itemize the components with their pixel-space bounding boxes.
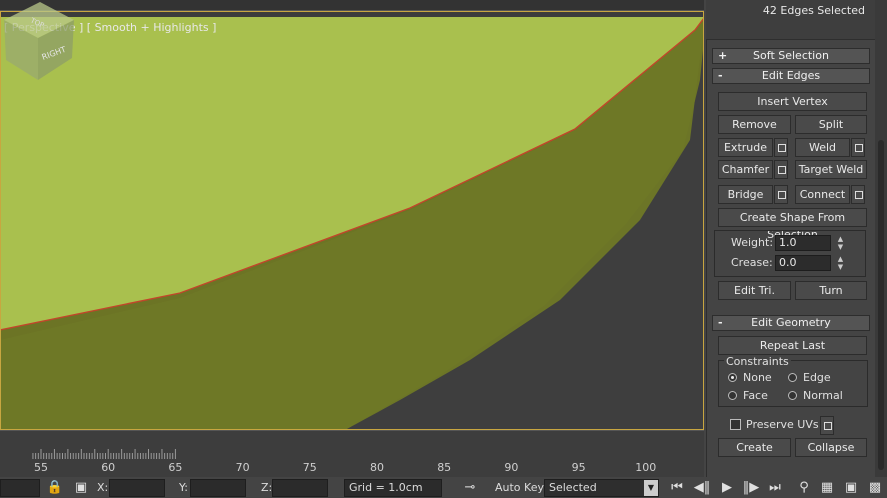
- bridge-settings-button[interactable]: [774, 185, 788, 204]
- crease-field[interactable]: 0.0: [775, 255, 831, 271]
- rollout-toggle: -: [718, 69, 723, 82]
- zoom-icon[interactable]: ⚲: [795, 479, 813, 496]
- constraint-normal-radio[interactable]: [788, 391, 797, 400]
- create-button[interactable]: Create: [718, 438, 791, 457]
- status-bar: 🔒 ▣ X: Y: Z: Grid = 1.0cm ⊸ Auto Key Sel…: [0, 477, 887, 498]
- insert-vertex-button[interactable]: Insert Vertex: [718, 92, 867, 111]
- weight-field[interactable]: 1.0: [775, 235, 831, 251]
- rollout-soft-selection[interactable]: + Soft Selection: [712, 48, 870, 64]
- rollout-title: Soft Selection: [753, 49, 829, 62]
- rollout-edit-geometry[interactable]: - Edit Geometry: [712, 315, 870, 331]
- connect-button[interactable]: Connect: [795, 185, 850, 204]
- repeat-last-button[interactable]: Repeat Last: [718, 336, 867, 355]
- chamfer-settings-button[interactable]: [774, 160, 788, 179]
- previous-frame-icon[interactable]: ◀‖: [693, 479, 711, 496]
- constraint-edge-radio[interactable]: [788, 373, 797, 382]
- target-weld-button[interactable]: Target Weld: [795, 160, 867, 179]
- zoom-all-icon[interactable]: ▦: [818, 479, 836, 496]
- remove-button[interactable]: Remove: [718, 115, 791, 134]
- selection-info: 42 Edges Selected: [706, 0, 875, 40]
- edit-tri-button[interactable]: Edit Tri.: [718, 281, 791, 300]
- rollout-toggle: -: [718, 316, 723, 329]
- rollout-title: Edit Edges: [761, 69, 821, 82]
- rollout-title: Edit Geometry: [751, 316, 831, 329]
- constraint-face-label: Face: [743, 389, 768, 402]
- weight-spinner[interactable]: ▲ ▼: [836, 235, 845, 251]
- next-frame-icon[interactable]: ‖▶: [742, 479, 760, 496]
- play-icon[interactable]: ▶: [718, 479, 736, 496]
- go-to-start-icon[interactable]: ⏮: [668, 479, 686, 496]
- ruler-label: 70: [235, 461, 250, 474]
- y-coord-label: Y:: [179, 481, 188, 494]
- constraint-normal-label: Normal: [803, 389, 843, 402]
- auto-key-button[interactable]: Auto Key: [495, 481, 544, 494]
- lock-selection-icon[interactable]: 🔒: [46, 479, 64, 496]
- x-coord-field[interactable]: [109, 479, 165, 497]
- mesh-render[interactable]: [0, 0, 704, 430]
- turn-button[interactable]: Turn: [795, 281, 867, 300]
- crease-spinner[interactable]: ▲ ▼: [836, 255, 845, 271]
- constraint-edge-label: Edge: [803, 371, 831, 384]
- chamfer-button[interactable]: Chamfer: [718, 160, 773, 179]
- scrollbar-thumb[interactable]: [878, 140, 884, 470]
- weld-settings-button[interactable]: [851, 138, 865, 157]
- constraint-none-radio[interactable]: [728, 373, 737, 382]
- ruler-label: 90: [504, 461, 519, 474]
- crease-label: Crease:: [731, 256, 773, 269]
- z-coord-label: Z:: [261, 481, 273, 494]
- transform-mode-icon[interactable]: ▣: [72, 479, 90, 496]
- constraint-face-radio[interactable]: [728, 391, 737, 400]
- preserve-uvs-label: Preserve UVs: [746, 418, 819, 431]
- rollout-edit-edges[interactable]: - Edit Edges: [712, 68, 870, 84]
- z-coord-field[interactable]: [272, 479, 328, 497]
- weld-button[interactable]: Weld: [795, 138, 850, 157]
- preserve-uvs-settings-button[interactable]: [820, 416, 834, 435]
- bridge-button[interactable]: Bridge: [718, 185, 773, 204]
- ruler-label: 85: [437, 461, 452, 474]
- collapse-button[interactable]: Collapse: [795, 438, 867, 457]
- status-prompt-field[interactable]: [0, 479, 40, 497]
- ruler-label: 55: [34, 461, 48, 474]
- constraints-title: Constraints: [724, 355, 791, 368]
- ruler-label: 65: [168, 461, 183, 474]
- timeline-ruler[interactable]: 55 60 65 70 75 80 85 90 95 100: [0, 430, 704, 477]
- extrude-settings-button[interactable]: [774, 138, 788, 157]
- extrude-button[interactable]: Extrude: [718, 138, 773, 157]
- rollout-toggle: +: [718, 49, 728, 62]
- ruler-label: 60: [101, 461, 116, 474]
- constraint-none-label: None: [743, 371, 772, 384]
- ruler-label: 100: [635, 461, 657, 474]
- viewcube-icon[interactable]: TOP RIGHT: [0, 0, 78, 82]
- viewport-perspective[interactable]: [ Perspective ] [ Smooth + Highlights ] …: [0, 0, 704, 430]
- create-shape-from-selection-button[interactable]: Create Shape From Selection: [718, 208, 867, 241]
- preserve-uvs-checkbox[interactable]: [730, 419, 741, 430]
- split-button[interactable]: Split: [795, 115, 867, 134]
- panel-scrollbar[interactable]: [875, 0, 887, 477]
- ruler-label: 80: [370, 461, 384, 474]
- ruler-label: 95: [571, 461, 586, 474]
- y-coord-field[interactable]: [190, 479, 246, 497]
- chevron-down-icon[interactable]: ▼: [644, 480, 658, 496]
- key-filter-select[interactable]: Selected ▼: [544, 479, 659, 497]
- go-to-end-icon[interactable]: ⏭: [766, 479, 784, 496]
- selection-count: 42 Edges Selected: [762, 4, 865, 17]
- x-coord-label: X:: [97, 481, 109, 494]
- key-filter-value: Selected: [549, 481, 597, 494]
- key-icon[interactable]: ⊸: [455, 479, 485, 496]
- weight-label: Weight:: [731, 236, 774, 249]
- connect-settings-button[interactable]: [851, 185, 865, 204]
- zoom-extents-icon[interactable]: ▣: [842, 479, 860, 496]
- zoom-extents-all-icon[interactable]: ▩: [866, 479, 884, 496]
- grid-size-readout: Grid = 1.0cm: [344, 479, 442, 497]
- ruler-label: 75: [302, 461, 317, 474]
